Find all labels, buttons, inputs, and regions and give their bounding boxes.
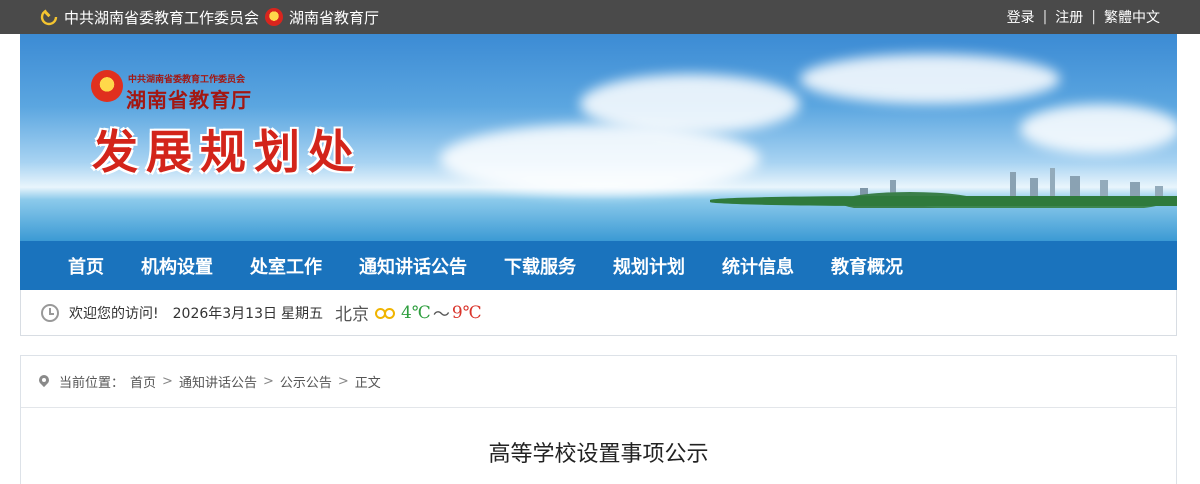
org-name: 湖南省教育厅 bbox=[126, 88, 252, 112]
clock-icon bbox=[41, 303, 59, 322]
info-strip: 欢迎您的访问! 2026年3月13日 星期五 北京 4℃ ～ 9℃ bbox=[20, 290, 1177, 336]
traditional-chinese-link[interactable]: 繁體中文 bbox=[1104, 7, 1160, 27]
nav-item-downloads[interactable]: 下载服务 bbox=[504, 253, 576, 279]
nav-item-office-work[interactable]: 处室工作 bbox=[250, 253, 322, 279]
department-title: 发展规划处 bbox=[92, 125, 362, 179]
chevron-right-icon: > bbox=[262, 374, 274, 389]
current-weekday: 星期五 bbox=[280, 305, 323, 322]
main-nav: 首页 机构设置 处室工作 通知讲话公告 下载服务 规划计划 统计信息 教育概况 bbox=[20, 241, 1177, 290]
cloud-decoration bbox=[1020, 104, 1177, 154]
party-committee-link[interactable]: 中共湖南省委教育工作委员会 bbox=[64, 7, 259, 28]
party-emblem-icon bbox=[40, 8, 58, 26]
article-title: 高等学校设置事项公示 bbox=[488, 442, 709, 467]
breadcrumb-notices[interactable]: 通知讲话公告 bbox=[179, 372, 257, 391]
nav-item-overview[interactable]: 教育概况 bbox=[831, 253, 903, 279]
nav-item-home[interactable]: 首页 bbox=[68, 253, 104, 279]
separator: | bbox=[1042, 9, 1048, 25]
shoreline-decoration bbox=[710, 196, 1177, 206]
location-pin-icon bbox=[39, 375, 49, 389]
register-link[interactable]: 注册 bbox=[1055, 7, 1083, 27]
national-emblem-logo bbox=[91, 70, 123, 102]
chevron-right-icon: > bbox=[337, 374, 349, 389]
top-left-links: 中共湖南省委教育工作委员会 湖南省教育厅 bbox=[40, 7, 379, 28]
separator: | bbox=[1091, 9, 1096, 25]
welcome-text: 欢迎您的访问! bbox=[69, 305, 159, 322]
current-date: 2026年3月13日 bbox=[172, 305, 277, 322]
breadcrumb: 当前位置： 首页 > 通知讲话公告 > 公示公告 > 正文 bbox=[21, 356, 1176, 408]
chevron-right-icon: > bbox=[162, 374, 173, 389]
nav-item-notices[interactable]: 通知讲话公告 bbox=[359, 253, 467, 279]
breadcrumb-home[interactable]: 首页 bbox=[130, 372, 156, 391]
nav-item-organization[interactable]: 机构设置 bbox=[141, 253, 213, 279]
top-bar: 中共湖南省委教育工作委员会 湖南省教育厅 登录 | 注册 | 繁體中文 bbox=[0, 0, 1200, 34]
temperature-low: 4℃ bbox=[400, 302, 431, 323]
national-emblem-icon bbox=[265, 8, 284, 26]
sun-cloud-icon bbox=[374, 304, 397, 322]
temperature-separator: ～ bbox=[432, 305, 450, 325]
cloud-decoration bbox=[800, 54, 1060, 104]
education-dept-link[interactable]: 湖南省教育厅 bbox=[289, 7, 379, 28]
content-panel: 当前位置： 首页 > 通知讲话公告 > 公示公告 > 正文 高等学校设置事项公示 bbox=[20, 355, 1177, 484]
login-link[interactable]: 登录 bbox=[1007, 7, 1035, 27]
header-banner: 中共湖南省委教育工作委员会 湖南省教育厅 发展规划处 bbox=[20, 34, 1177, 241]
nav-item-planning[interactable]: 规划计划 bbox=[613, 253, 685, 279]
top-right-links: 登录 | 注册 | 繁體中文 bbox=[1007, 7, 1160, 27]
breadcrumb-announcements[interactable]: 公示公告 bbox=[280, 372, 332, 391]
breadcrumb-label: 当前位置： bbox=[59, 376, 125, 391]
temperature-high: 9℃ bbox=[451, 302, 482, 323]
breadcrumb-current: 正文 bbox=[354, 376, 381, 391]
weather-city: 北京 bbox=[334, 305, 369, 325]
nav-item-statistics[interactable]: 统计信息 bbox=[722, 253, 794, 279]
